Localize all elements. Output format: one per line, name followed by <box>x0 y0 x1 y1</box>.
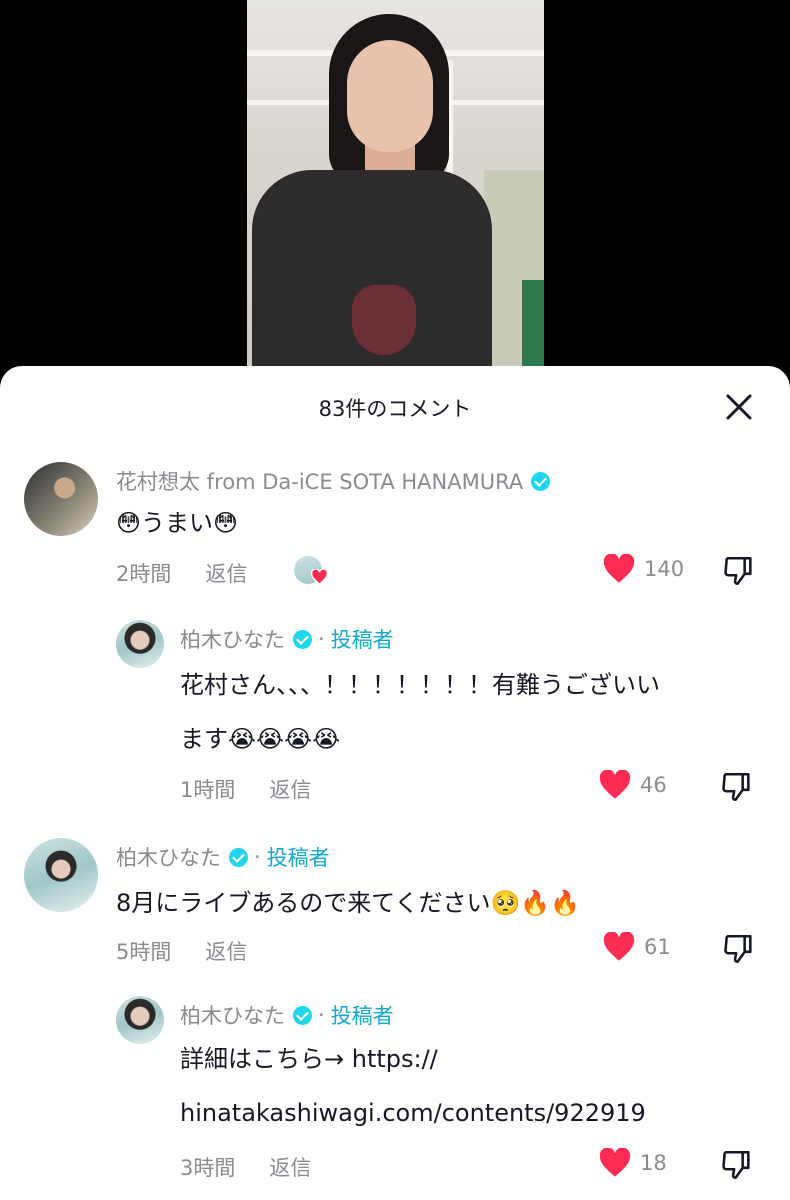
comments-count-title: 83件のコメント <box>318 397 472 421</box>
comment-text: 詳細はこちら→ https:// hinatakashiwagi.com/con… <box>180 1032 646 1140</box>
shirt-lips-logo <box>352 285 416 355</box>
reply-button[interactable]: 返信 <box>205 558 247 588</box>
comment-username[interactable]: 柏木ひなた <box>180 1000 285 1030</box>
dislike-icon[interactable] <box>720 770 754 804</box>
comment-text-line: 花村さん、、、！！！！！！！有難うございい <box>180 671 660 699</box>
comment-time: 1時間 <box>180 778 236 802</box>
comment-text: 😳うまい😳 <box>116 509 239 537</box>
comment-username-row: 花村想太 from Da-iCE SOTA HANAMURA <box>116 466 551 496</box>
video-frame[interactable] <box>247 0 544 380</box>
heart-icon <box>603 932 635 961</box>
like-button[interactable]: 18 <box>598 1148 667 1178</box>
like-count: 61 <box>644 935 671 959</box>
comment-text: 花村さん、、、！！！！！！！有難うございい ます😭😭😭😭 <box>180 658 660 766</box>
heart-icon <box>599 770 631 799</box>
comment-time: 5時間 <box>116 940 172 964</box>
verified-icon <box>531 471 551 491</box>
like-count: 18 <box>640 1151 667 1175</box>
comment-username[interactable]: 花村想太 from Da-iCE SOTA HANAMURA <box>116 466 523 496</box>
avatar[interactable] <box>116 996 164 1044</box>
heart-icon <box>603 554 635 583</box>
heart-icon <box>599 1148 631 1177</box>
author-label: 投稿者 <box>330 628 394 652</box>
author-label: 投稿者 <box>330 1004 394 1028</box>
creator-liked-badge <box>294 556 330 586</box>
comment-meta: 2時間 返信 <box>116 558 247 588</box>
avatar[interactable] <box>116 620 164 668</box>
reply-button[interactable]: 返信 <box>269 1152 311 1182</box>
like-button[interactable]: 46 <box>598 770 667 800</box>
comment-username-row: 柏木ひなた · 投稿者 <box>180 1000 394 1030</box>
verified-icon <box>229 847 248 867</box>
author-label: 投稿者 <box>266 846 330 870</box>
comment-username-row: 柏木ひなた · 投稿者 <box>180 624 394 654</box>
verified-icon <box>293 1005 312 1025</box>
like-button[interactable]: 61 <box>602 932 671 962</box>
reply-button[interactable]: 返信 <box>269 774 311 804</box>
dislike-icon[interactable] <box>722 554 756 588</box>
comment-link[interactable]: hinatakashiwagi.com/contents/922919 <box>180 1086 646 1140</box>
comment-username-row: 柏木ひなた · 投稿者 <box>116 842 330 872</box>
comment-text: 8月にライブあるので来てください🥺🔥🔥 <box>116 889 581 917</box>
comment-meta: 5時間 返信 <box>116 936 247 966</box>
comment-time: 2時間 <box>116 562 172 586</box>
person-face <box>347 40 433 152</box>
verified-icon <box>293 629 312 649</box>
avatar[interactable] <box>24 462 98 536</box>
like-count: 46 <box>640 773 667 797</box>
comment-meta: 3時間 返信 <box>180 1152 311 1182</box>
dislike-icon[interactable] <box>720 1148 754 1182</box>
comments-panel: 83件のコメント 花村想太 from Da-iCE SOTA HANAMURA … <box>0 366 790 1200</box>
heart-icon <box>311 569 328 585</box>
like-button[interactable]: 140 <box>602 554 684 584</box>
dislike-icon[interactable] <box>722 932 756 966</box>
comment-time: 3時間 <box>180 1156 236 1180</box>
comment-text-line[interactable]: 詳細はこちら→ https:// <box>180 1032 646 1086</box>
video-person <box>247 0 544 380</box>
comment-username[interactable]: 柏木ひなた <box>116 842 221 872</box>
comment-username[interactable]: 柏木ひなた <box>180 624 285 654</box>
reply-button[interactable]: 返信 <box>205 936 247 966</box>
comment-meta: 1時間 返信 <box>180 774 311 804</box>
like-count: 140 <box>644 557 685 581</box>
separator-dot: · <box>318 627 325 651</box>
separator-dot: · <box>254 845 261 869</box>
close-icon[interactable] <box>724 392 754 422</box>
comment-text-line: ます😭😭😭😭 <box>180 725 341 753</box>
avatar[interactable] <box>24 838 98 912</box>
separator-dot: · <box>318 1003 325 1027</box>
